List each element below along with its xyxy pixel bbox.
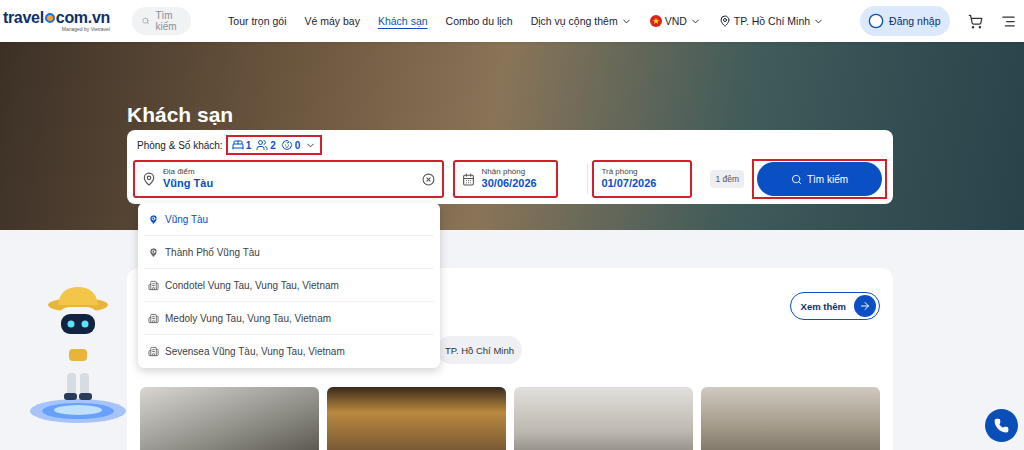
map-pin-icon	[148, 247, 159, 258]
search-button-box: Tìm kiếm	[752, 159, 887, 199]
guests-select[interactable]: 120	[226, 135, 323, 155]
search-icon	[142, 15, 149, 27]
search-fields: Địa điểmVũng TàuVũng TàuThành Phố Vũng T…	[133, 159, 887, 199]
hotel-card[interactable]	[140, 387, 319, 450]
date-field[interactable]: Trả phòng01/07/2026	[592, 160, 692, 198]
building-icon	[148, 313, 159, 324]
login-button[interactable]: Đăng nhập	[860, 6, 950, 36]
hero: Khách sạn Phòng & Số khách:120 Địa điểmVũn…	[0, 42, 1024, 230]
search-field[interactable]: Tìm kiếm	[132, 7, 191, 35]
suggestion-item[interactable]: Vũng Tàu	[144, 203, 434, 236]
menu-button[interactable]	[1001, 14, 1016, 29]
search-icon	[791, 174, 802, 185]
logo-tagline: Managed by Vietravel	[62, 27, 110, 32]
menu-icon	[1001, 14, 1016, 29]
nav-item[interactable]: Tour trọn gói	[228, 15, 286, 27]
guests-row: Phòng & Số khách:120	[133, 134, 887, 156]
building-icon	[148, 280, 159, 291]
calendar-icon	[462, 173, 475, 186]
logo-dot-icon	[45, 13, 55, 23]
map-pin-icon	[719, 15, 731, 27]
search-card: Phòng & Số khách:120 Địa điểmVũng TàuVũng…	[127, 130, 893, 204]
chevron-down-icon	[621, 16, 632, 27]
hotel-card[interactable]	[327, 387, 506, 450]
nav-item[interactable]: Dịch vụ cộng thêm	[531, 15, 632, 27]
chevron-down-icon	[305, 140, 316, 151]
logo-text: travelcom.vn	[3, 10, 110, 26]
see-more-button[interactable]: Xem thêm	[790, 292, 880, 320]
chevron-down-icon	[690, 16, 701, 27]
divider	[587, 164, 588, 194]
page: travelcom.vnManaged by Vietravel Tìm kiếm…	[0, 0, 1024, 450]
clear-icon[interactable]	[422, 173, 435, 186]
suggestion-item[interactable]: Thành Phố Vũng Tàu	[144, 236, 434, 269]
cart-button[interactable]	[968, 14, 983, 29]
bed-icon	[232, 139, 244, 151]
chevron-down-icon	[813, 16, 824, 27]
cart-icon	[968, 14, 983, 29]
hotel-card[interactable]	[701, 387, 880, 450]
suggestion-list: Vũng TàuThành Phố Vũng TàuCondotel Vung …	[138, 203, 440, 368]
nav-item[interactable]: Combo du lịch	[446, 15, 513, 27]
vietnam-flag-icon	[650, 15, 662, 27]
arrow-right-icon	[859, 300, 871, 312]
suggestion-item[interactable]: Sevensea Vũng Tàu, Vung Tau, Vietnam	[144, 335, 434, 368]
date-field[interactable]: Nhận phòng30/06/2026	[453, 160, 558, 198]
call-button[interactable]	[985, 409, 1018, 442]
hero-title: Khách sạn	[127, 102, 893, 128]
map-pin-icon	[142, 172, 156, 186]
user-icon	[868, 13, 884, 29]
building-icon	[148, 346, 159, 357]
child-icon	[281, 139, 293, 151]
suggestion-item[interactable]: Condotel Vung Tau, Vung Tau, Vietnam	[144, 269, 434, 302]
nav-item[interactable]: Khách sạn	[378, 15, 428, 27]
robot-mascot-icon[interactable]	[22, 283, 134, 428]
logo[interactable]: travelcom.vnManaged by Vietravel	[10, 10, 110, 32]
navbar: travelcom.vnManaged by Vietravel Tìm kiếm…	[0, 0, 1024, 42]
hotel-cards	[140, 387, 880, 450]
phone-icon	[994, 418, 1009, 433]
nav-item[interactable]: Vé máy bay	[304, 15, 359, 27]
nights-badge: 1 đêm	[710, 170, 744, 188]
hotel-card[interactable]	[514, 387, 693, 450]
currency-select[interactable]: VND	[650, 15, 701, 27]
adults-icon	[256, 139, 268, 151]
suggestion-item[interactable]: Medoly Vung Tau, Vung Tau, Vietnam	[144, 302, 434, 335]
city-tab[interactable]: TP. Hồ Chí Minh	[437, 336, 522, 364]
city-select[interactable]: TP. Hồ Chí Minh	[719, 15, 824, 27]
search-button[interactable]: Tìm kiếm	[757, 162, 882, 196]
map-pin-icon	[148, 214, 159, 225]
destination-field[interactable]: Địa điểmVũng Tàu	[133, 160, 444, 198]
